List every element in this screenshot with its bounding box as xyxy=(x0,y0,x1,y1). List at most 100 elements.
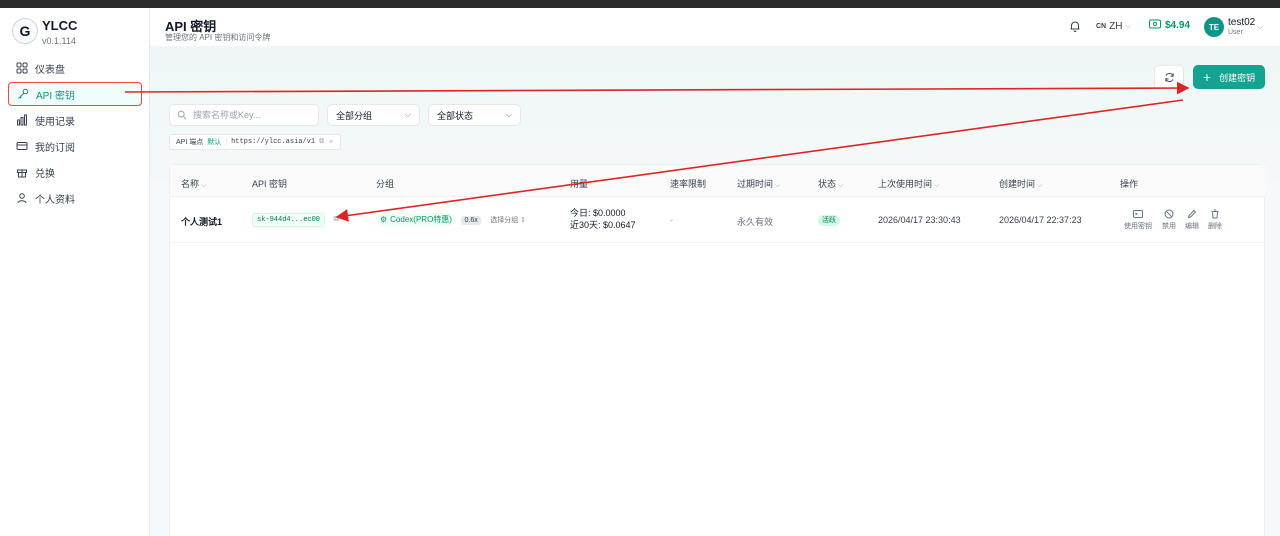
edit-icon xyxy=(1187,209,1197,219)
language-switcher[interactable]: CN ZH ⌵ xyxy=(1096,21,1131,32)
user-role: User xyxy=(1228,29,1243,36)
user-icon xyxy=(16,192,28,204)
chevron-down-icon: ⌵ xyxy=(404,110,411,119)
disable-button[interactable]: 禁用 xyxy=(1162,209,1176,231)
wallet-icon xyxy=(1149,19,1161,32)
status-filter-select[interactable]: 全部状态 ⌵ xyxy=(428,104,521,126)
usage-today-value: $0.0000 xyxy=(593,208,626,218)
copy-icon[interactable]: ⧉ xyxy=(334,214,340,223)
status-cell: 活跃 xyxy=(818,214,840,226)
usage-30d-label: 近30天: xyxy=(570,220,601,230)
column-header-created[interactable]: 创建时间 ⌵ xyxy=(999,177,1042,190)
trash-icon xyxy=(1211,209,1219,219)
sidebar-item-label: 仪表盘 xyxy=(35,64,65,76)
app-name: YLCC xyxy=(42,18,78,33)
usage-30d-value: $0.0647 xyxy=(603,220,636,230)
delete-button[interactable]: 删除 xyxy=(1208,209,1222,231)
plus-icon: + xyxy=(1202,69,1212,85)
group-filter-value: 全部分组 xyxy=(336,110,373,121)
expires: 永久有效 xyxy=(737,217,774,227)
chevron-down-icon: ⌵ xyxy=(505,110,512,119)
endpoint-label: API 端点 xyxy=(176,139,204,146)
column-header-expires[interactable]: 过期时间 ⌵ xyxy=(737,177,780,190)
column-header-actions: 操作 xyxy=(1120,179,1139,189)
create-key-button[interactable]: + 创建密钥 xyxy=(1193,65,1265,89)
settings-icon[interactable]: ✧ xyxy=(328,138,334,146)
create-key-label: 创建密钥 xyxy=(1219,72,1256,83)
group-name: Codex(PRO特惠) xyxy=(390,215,452,224)
sidebar-item-profile[interactable]: 个人资料 xyxy=(8,186,142,210)
key-icon xyxy=(17,88,29,100)
group-cell: ⚙ Codex(PRO特惠) 0.6x 选择分组 ⇕ xyxy=(376,213,526,226)
key-name: 个人测试1 xyxy=(181,217,223,227)
sidebar-item-usage[interactable]: 使用记录 xyxy=(8,108,142,132)
key-value-cell: sk-944d4...ec00 ⧉ xyxy=(252,213,340,227)
table-header: 名称 ⌵ API 密钥 分组 用量 速率限制 过期时间 ⌵ 状态 ⌵ 上次使用时间 ⌵ … xyxy=(170,165,1266,197)
group-select-link[interactable]: 选择分组 ⇕ xyxy=(490,217,526,224)
column-header-last-used[interactable]: 上次使用时间 ⌵ xyxy=(878,177,939,190)
lang-code: CN xyxy=(1096,23,1107,30)
column-header-key: API 密钥 xyxy=(252,179,288,189)
chevron-down-icon[interactable]: ⌵ xyxy=(1257,22,1263,32)
main-content: + 创建密钥 全部分组 ⌵ 全部状态 ⌵ API 端点 默认 | https:/… xyxy=(150,46,1280,536)
sidebar: G YLCC v0.1.114 仪表盘 API 密钥 使用记录 我的订阅 兑换 … xyxy=(0,8,150,536)
column-header-name[interactable]: 名称 ⌵ xyxy=(181,177,206,190)
sidebar-item-label: 我的订阅 xyxy=(35,142,75,154)
api-keys-table: 名称 ⌵ API 密钥 分组 用量 速率限制 过期时间 ⌵ 状态 ⌵ 上次使用时间 ⌵ … xyxy=(169,164,1266,536)
sidebar-item-redeem[interactable]: 兑换 xyxy=(8,160,142,184)
openai-icon: ⚙ xyxy=(380,215,388,224)
bar-chart-icon xyxy=(16,114,28,126)
search-box[interactable] xyxy=(169,104,319,126)
avatar[interactable]: TE xyxy=(1204,17,1224,37)
chevron-down-icon: ⌵ xyxy=(1125,22,1131,30)
column-header-status[interactable]: 状态 ⌵ xyxy=(818,177,843,190)
window-top-strip xyxy=(0,0,1280,8)
copy-icon[interactable]: ⧉ xyxy=(319,138,324,146)
column-header-usage: 用量 xyxy=(570,179,589,189)
usage-today-label: 今日: xyxy=(570,208,591,218)
last-used: 2026/04/17 23:30:43 xyxy=(878,215,961,225)
sidebar-item-label: 兑换 xyxy=(35,168,55,180)
column-header-rate-limit: 速率限制 xyxy=(670,179,707,189)
divider: | xyxy=(225,138,228,146)
gift-icon xyxy=(16,166,28,178)
sidebar-item-subscriptions[interactable]: 我的订阅 xyxy=(8,134,142,158)
app-logo: G xyxy=(12,18,38,44)
group-chip[interactable]: ⚙ Codex(PRO特惠) xyxy=(376,213,456,226)
dashboard-icon xyxy=(16,62,28,74)
column-header-group: 分组 xyxy=(376,179,395,189)
terminal-icon xyxy=(1133,210,1143,218)
balance-badge[interactable]: $4.94 xyxy=(1149,19,1190,32)
search-icon xyxy=(177,110,187,120)
page-subtitle: 管理您的 API 密钥和访问令牌 xyxy=(165,33,271,42)
created: 2026/04/17 22:37:23 xyxy=(999,215,1082,225)
group-filter-select[interactable]: 全部分组 ⌵ xyxy=(327,104,420,126)
sidebar-item-api-keys[interactable]: API 密钥 xyxy=(8,82,142,106)
bell-icon[interactable] xyxy=(1068,19,1082,33)
sidebar-nav: 仪表盘 API 密钥 使用记录 我的订阅 兑换 个人资料 xyxy=(8,56,142,212)
usage-cell: 今日: $0.0000 近30天: $0.0647 xyxy=(570,207,636,231)
table-row: 个人测试1 sk-944d4...ec00 ⧉ ⚙ Codex(PRO特惠) 0… xyxy=(170,197,1266,243)
use-key-button[interactable]: 使用密钥 xyxy=(1124,209,1152,231)
status-badge: 活跃 xyxy=(818,215,840,226)
refresh-button[interactable] xyxy=(1154,65,1184,89)
search-input[interactable] xyxy=(193,110,313,120)
card-icon xyxy=(16,140,28,152)
lang-label: ZH xyxy=(1109,21,1123,32)
sidebar-item-label: 使用记录 xyxy=(35,116,75,128)
api-key-value: sk-944d4...ec00 xyxy=(252,213,326,227)
sidebar-item-label: 个人资料 xyxy=(35,194,75,206)
sort-icon: ⇕ xyxy=(520,217,527,224)
brand: G YLCC v0.1.114 xyxy=(12,14,142,50)
ban-icon xyxy=(1164,209,1174,219)
page-header: API 密钥 管理您的 API 密钥和访问令牌 CN ZH ⌵ $4.94 TE… xyxy=(150,8,1280,46)
user-name[interactable]: test02 xyxy=(1228,17,1255,28)
sidebar-item-dashboard[interactable]: 仪表盘 xyxy=(8,56,142,80)
endpoint-default-tag: 默认 xyxy=(207,139,222,146)
app-version: v0.1.114 xyxy=(42,36,76,46)
api-endpoint-bar: API 端点 默认 | https://ylcc.asia/v1 ⧉ ✧ xyxy=(169,134,341,150)
edit-button[interactable]: 编辑 xyxy=(1185,209,1199,231)
status-filter-value: 全部状态 xyxy=(437,110,474,121)
rate-limit: - xyxy=(670,215,673,225)
refresh-icon xyxy=(1164,72,1174,82)
